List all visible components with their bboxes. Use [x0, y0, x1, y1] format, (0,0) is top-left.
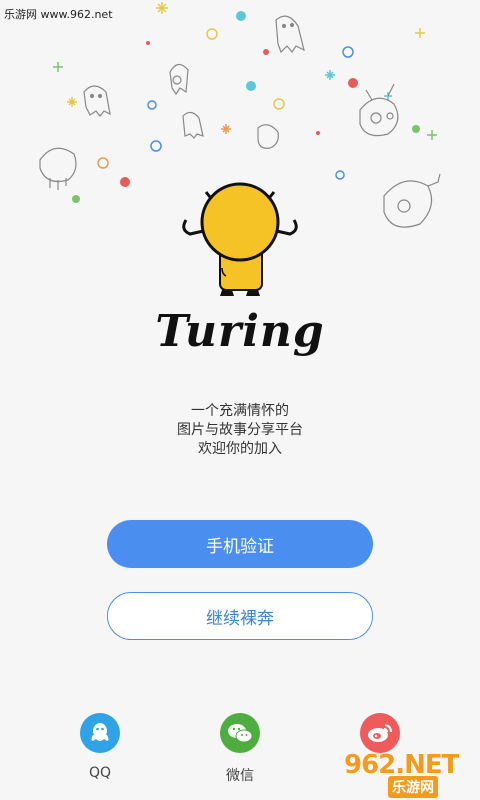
tagline-line-1: 一个充满情怀的 — [191, 403, 289, 419]
tagline-line-3: 欢迎你的加入 — [198, 441, 282, 457]
qq-login[interactable]: QQ — [60, 713, 140, 781]
phone-verify-button[interactable]: 手机验证 — [107, 520, 373, 568]
bottom-watermark: 962.NET 乐游网 — [344, 750, 474, 798]
continue-guest-button[interactable]: 继续裸奔 — [107, 592, 373, 640]
brand-logo-text: Turing — [155, 306, 325, 357]
bottom-watermark-sub: 乐游网 — [388, 776, 438, 798]
wechat-icon[interactable] — [220, 713, 260, 753]
tagline-line-2: 图片与故事分享平台 — [177, 422, 303, 438]
turing-mascot-logo — [182, 182, 298, 296]
weibo-icon[interactable] — [360, 713, 400, 753]
wechat-login[interactable]: 微信 — [200, 713, 280, 785]
wechat-label: 微信 — [226, 768, 254, 784]
qq-label: QQ — [88, 765, 112, 781]
qq-icon[interactable] — [80, 713, 120, 753]
tagline: 一个充满情怀的 图片与故事分享平台 欢迎你的加入 — [0, 402, 480, 459]
